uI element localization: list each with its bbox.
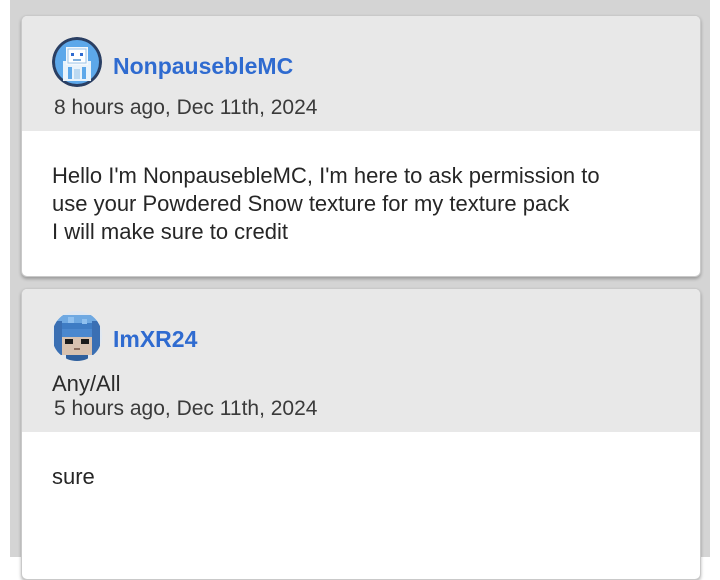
username[interactable]: NonpausebleMC (113, 53, 293, 80)
username[interactable]: ImXR24 (113, 326, 197, 353)
comment-body-line: sure (52, 464, 95, 489)
comment-card: NonpausebleMC 8 hours ago, Dec 11th, 202… (21, 15, 701, 277)
comment-body-line: use your Powdered Snow texture for my te… (52, 191, 570, 216)
blue-hair-character-avatar-icon (52, 311, 102, 361)
comment-header: NonpausebleMC 8 hours ago, Dec 11th, 202… (22, 16, 700, 131)
comment-timestamp: 5 hours ago, Dec 11th, 2024 (54, 397, 318, 420)
comment-body: sure (52, 463, 672, 491)
comment-header: ImXR24 Any/All 5 hours ago, Dec 11th, 20… (22, 289, 700, 432)
comment-card: ImXR24 Any/All 5 hours ago, Dec 11th, 20… (21, 288, 701, 580)
avatar[interactable] (52, 37, 102, 87)
blue-robot-avatar-icon (52, 37, 102, 87)
comment-timestamp: 8 hours ago, Dec 11th, 2024 (54, 96, 318, 119)
comment-body-line: Hello I'm NonpausebleMC, I'm here to ask… (52, 163, 600, 188)
comment-body-line: I will make sure to credit (52, 219, 288, 244)
comment-body: Hello I'm NonpausebleMC, I'm here to ask… (52, 162, 672, 246)
avatar[interactable] (52, 311, 102, 361)
user-role: Any/All (52, 371, 121, 396)
